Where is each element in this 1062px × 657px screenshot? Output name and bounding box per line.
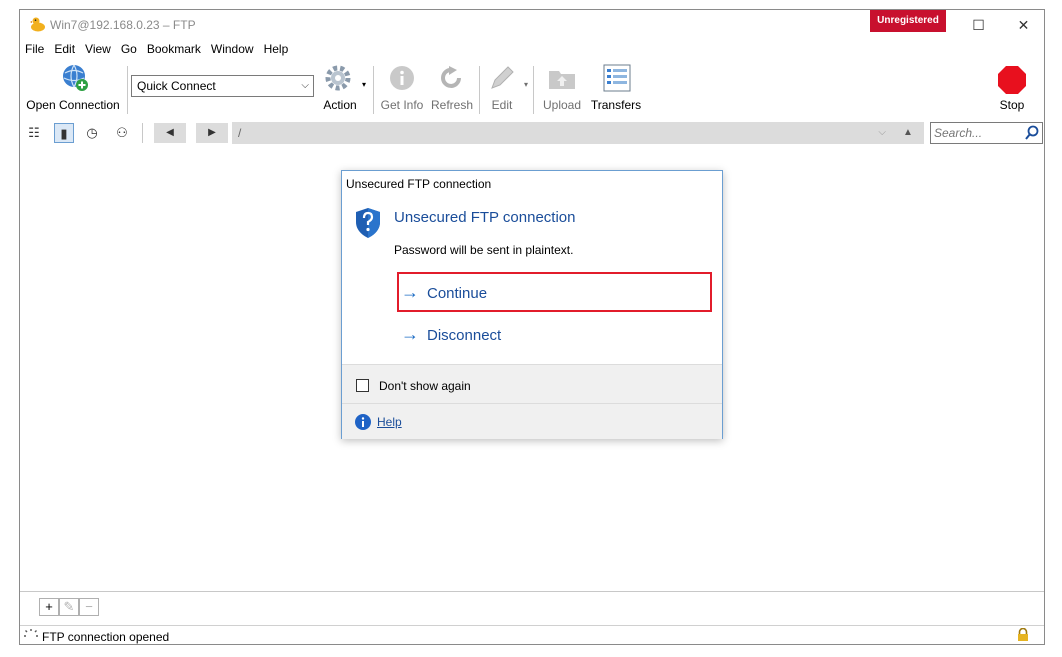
path-field[interactable]: / ⌵ — [232, 122, 892, 144]
upload-label: Upload — [542, 98, 582, 112]
chevron-down-icon: ⌵ — [878, 127, 886, 138]
toolbar-separator — [533, 66, 534, 114]
transfers-icon — [603, 64, 631, 92]
footer-divider — [342, 403, 722, 404]
navigation-bar: ☷ ▮ ◷ ⚇ ◀ ▶ / ⌵ ▲ — [20, 120, 1044, 146]
gear-icon — [325, 65, 351, 91]
nav-separator — [142, 123, 143, 143]
upload-button[interactable]: Upload — [538, 62, 586, 116]
stop-button[interactable]: Stop — [990, 62, 1034, 116]
close-button[interactable]: ✕ — [1001, 10, 1046, 40]
title-bar: Win7@192.168.0.23 – FTP Unregistered ☐ ✕ — [20, 10, 1044, 40]
toolbar-separator — [479, 66, 480, 114]
transfers-label: Transfers — [590, 98, 642, 112]
add-bookmark-button[interactable]: + — [39, 598, 59, 616]
menu-bookmark[interactable]: Bookmark — [142, 40, 206, 58]
refresh-button[interactable]: Refresh — [428, 62, 476, 116]
bookmarks-view-icon[interactable]: ▮ — [54, 123, 74, 143]
menu-bar: File Edit View Go Bookmark Window Help — [20, 40, 1044, 60]
info-icon — [355, 414, 371, 430]
chevron-down-icon: ⌵ — [301, 80, 309, 91]
info-icon — [390, 66, 414, 90]
forward-button[interactable]: ▶ — [196, 123, 228, 143]
continue-label: Continue — [427, 285, 488, 302]
status-bar: FTP connection opened — [20, 625, 1044, 646]
lock-icon — [1018, 628, 1028, 641]
bonjour-icon[interactable]: ⚇ — [112, 123, 132, 143]
shield-question-icon — [356, 208, 380, 238]
unsecured-connection-dialog: Unsecured FTP connection Unsecured FTP c… — [341, 170, 723, 439]
refresh-label: Refresh — [430, 98, 474, 112]
unregistered-badge[interactable]: Unregistered — [870, 10, 946, 32]
disconnect-button[interactable]: → Disconnect — [397, 314, 712, 354]
menu-view[interactable]: View — [80, 40, 116, 58]
globe-icon — [63, 64, 88, 91]
search-icon[interactable] — [1024, 124, 1040, 142]
refresh-icon — [441, 66, 461, 88]
action-label: Action — [323, 98, 357, 112]
transfers-button[interactable]: Transfers — [588, 62, 644, 116]
quick-connect-select[interactable]: Quick Connect ⌵ — [131, 75, 314, 97]
dont-show-again-label[interactable]: Don't show again — [379, 379, 471, 393]
window-title: Win7@192.168.0.23 – FTP — [50, 18, 196, 32]
get-info-button[interactable]: Get Info — [378, 62, 426, 116]
dont-show-again-checkbox[interactable] — [356, 379, 369, 392]
search-box[interactable] — [930, 122, 1043, 144]
edit-bookmark-button[interactable]: ✎ — [59, 598, 79, 616]
dialog-heading: Unsecured FTP connection — [394, 209, 576, 226]
delete-bookmark-button[interactable]: − — [79, 598, 99, 616]
dialog-message: Password will be sent in plaintext. — [394, 243, 574, 257]
stop-icon — [998, 66, 1026, 94]
edit-label: Edit — [491, 98, 513, 112]
open-connection-label: Open Connection — [26, 98, 120, 112]
menu-go[interactable]: Go — [116, 40, 142, 58]
back-button[interactable]: ◀ — [154, 123, 186, 143]
bottom-toolbar: + ✎ − — [20, 591, 1044, 626]
get-info-label: Get Info — [380, 98, 424, 112]
spinner-icon — [24, 629, 38, 637]
arrow-right-icon: → — [401, 324, 419, 344]
toolbar: Open Connection Quick Connect ⌵ ▾ Action… — [20, 62, 1044, 118]
maximize-button[interactable]: ☐ — [956, 10, 1001, 40]
quick-connect-value: Quick Connect — [137, 79, 216, 93]
menu-file[interactable]: File — [20, 40, 49, 58]
outline-view-icon[interactable]: ☷ — [24, 123, 44, 143]
history-icon[interactable]: ◷ — [82, 123, 102, 143]
arrow-right-icon: → — [401, 282, 419, 302]
open-connection-button[interactable]: Open Connection — [24, 62, 122, 116]
app-duck-icon — [30, 17, 45, 32]
toolbar-separator — [127, 66, 128, 114]
menu-window[interactable]: Window — [206, 40, 259, 58]
action-button[interactable]: ▾ Action — [316, 62, 366, 116]
dropdown-caret-icon: ▾ — [523, 80, 528, 89]
stop-label: Stop — [999, 98, 1025, 112]
toolbar-separator — [373, 66, 374, 114]
search-input[interactable] — [931, 123, 1025, 143]
disconnect-label: Disconnect — [427, 327, 502, 344]
menu-edit[interactable]: Edit — [49, 40, 80, 58]
dialog-title: Unsecured FTP connection — [346, 177, 492, 191]
help-link[interactable]: Help — [377, 415, 402, 429]
upload-icon — [549, 71, 575, 89]
path-value: / — [238, 126, 242, 140]
dropdown-caret-icon: ▾ — [361, 80, 366, 89]
menu-help[interactable]: Help — [259, 40, 294, 58]
pencil-icon — [491, 66, 514, 89]
parent-directory-button[interactable]: ▲ — [892, 122, 924, 144]
dialog-footer: Don't show again Help — [342, 364, 722, 439]
edit-button[interactable]: ▾ Edit — [482, 62, 528, 116]
status-text: FTP connection opened — [42, 630, 170, 644]
continue-button[interactable]: → Continue — [397, 272, 712, 312]
